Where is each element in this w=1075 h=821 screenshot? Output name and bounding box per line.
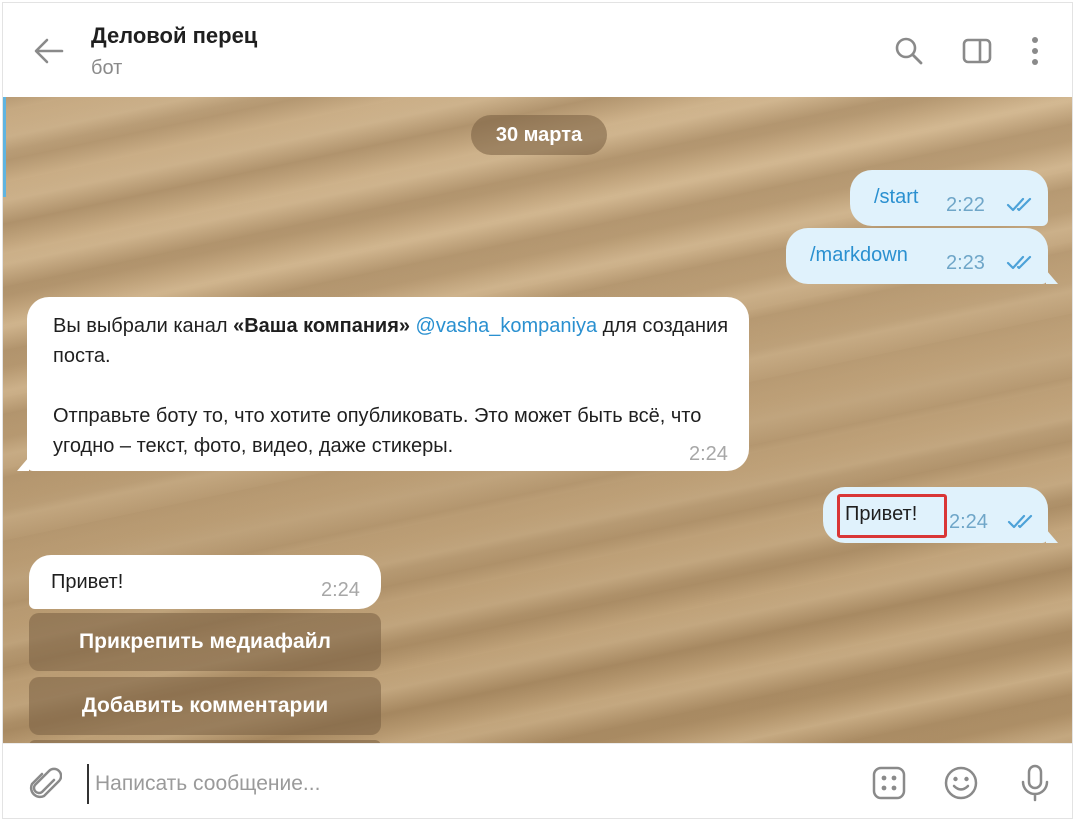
chat-header: Деловой перец бот (3, 3, 1072, 97)
message-time: 2:23 (946, 252, 985, 274)
bot-commands-button[interactable] (869, 763, 909, 803)
inline-button-attach-media[interactable]: Прикрепить медиафайл (29, 613, 381, 671)
message-incoming[interactable]: Вы выбрали канал «Ваша компания» @vasha_… (17, 297, 749, 471)
double-check-icon (1006, 255, 1032, 270)
message-list[interactable]: 30 марта /start 2:22 /markdown 2:23 Вы в… (3, 97, 1072, 743)
attach-button[interactable] (25, 764, 65, 804)
channel-mention-link[interactable]: @vasha_kompaniya (416, 315, 598, 337)
double-check-icon (1006, 197, 1032, 212)
toggle-info-panel-button[interactable] (959, 33, 995, 69)
search-button[interactable] (891, 33, 927, 69)
text-prefix: Вы выбрали канал (53, 315, 234, 337)
emoji-icon (944, 766, 978, 800)
voice-message-button[interactable] (1015, 763, 1055, 803)
message-outgoing[interactable]: /start 2:22 (850, 170, 1048, 226)
inline-button-add-comments[interactable]: Добавить комментарии (29, 677, 381, 735)
sidebar-toggle-icon (962, 38, 992, 64)
message-outgoing[interactable]: /markdown 2:23 (786, 228, 1058, 284)
command-text[interactable]: /start (874, 182, 918, 212)
message-time: 2:24 (949, 511, 988, 533)
date-separator: 30 марта (471, 115, 607, 155)
chat-status: бот (91, 57, 123, 79)
command-text[interactable]: /markdown (810, 240, 908, 270)
message-composer (3, 743, 1072, 818)
channel-name: «Ваша компания» (233, 315, 410, 337)
bot-commands-icon (872, 766, 906, 800)
back-button[interactable] (31, 33, 67, 69)
message-input[interactable] (87, 764, 847, 804)
message-time: 2:24 (321, 579, 360, 601)
instruction-text: Отправьте боту то, что хотите опубликова… (53, 405, 702, 457)
telegram-window: Деловой перец бот 30 марта /start 2:22 /… (2, 2, 1073, 819)
more-vertical-icon (1032, 37, 1038, 65)
message-time: 2:24 (689, 443, 728, 465)
microphone-icon (1021, 764, 1049, 802)
emoji-button[interactable] (941, 763, 981, 803)
arrow-left-icon (34, 38, 64, 64)
message-incoming[interactable]: Привет! 2:24 (29, 555, 381, 609)
message-outgoing[interactable]: Привет! 2:24 (823, 487, 1058, 543)
search-icon (895, 37, 923, 65)
chat-title[interactable]: Деловой перец (91, 23, 257, 49)
bubble-tail (17, 457, 29, 471)
paperclip-icon (29, 767, 62, 799)
double-check-icon (1007, 514, 1033, 529)
highlight-annotation (837, 494, 947, 538)
bubble-tail (1046, 270, 1058, 284)
scroll-accent (3, 97, 6, 197)
message-text: Вы выбрали канал «Ваша компания» @vasha_… (53, 311, 733, 461)
more-options-button[interactable] (1017, 33, 1053, 69)
message-time: 2:22 (946, 194, 985, 216)
message-text: Привет! (51, 571, 124, 593)
bubble-tail (1046, 529, 1058, 543)
